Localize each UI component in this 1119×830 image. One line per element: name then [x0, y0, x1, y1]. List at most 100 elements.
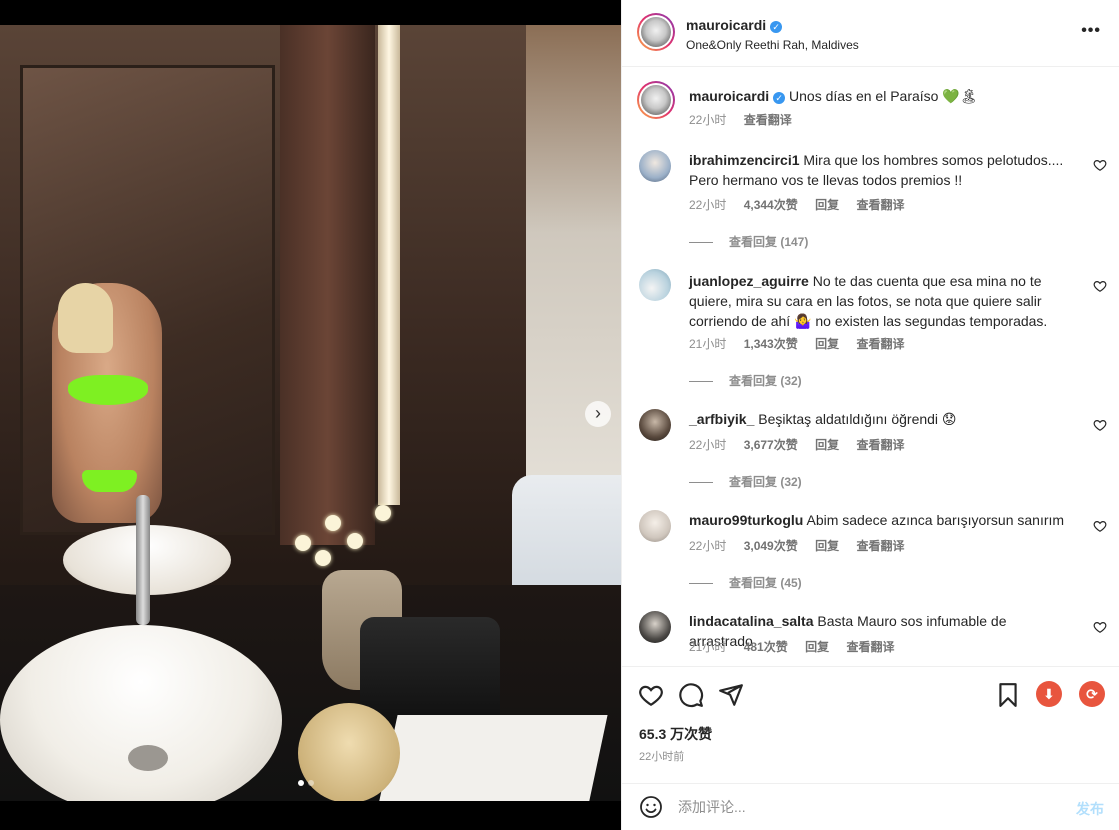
- comment-body: Abim sadece azınca barışıyorsun sanırım: [806, 512, 1065, 528]
- avatar[interactable]: [639, 269, 671, 301]
- comment-translate[interactable]: 查看翻译: [856, 337, 904, 351]
- photo-toiletry-bag: [360, 617, 500, 727]
- comment-reply[interactable]: 回复: [815, 198, 839, 212]
- next-photo-button[interactable]: ›: [585, 401, 611, 427]
- comment-username[interactable]: lindacatalina_salta: [689, 613, 814, 629]
- post-username-text[interactable]: mauroicardi: [686, 17, 766, 33]
- comment-bubble-icon[interactable]: [678, 682, 704, 708]
- heart-icon[interactable]: [1093, 279, 1107, 293]
- share-send-icon[interactable]: [718, 682, 744, 708]
- photo-soap-dish: [298, 703, 400, 801]
- posted-time: 22小时前: [639, 751, 685, 763]
- post-username[interactable]: mauroicardi ✓: [686, 17, 783, 33]
- comment-reply[interactable]: 回复: [815, 337, 839, 351]
- view-replies[interactable]: 查看回复 (147): [689, 233, 808, 250]
- verified-icon: ✓: [773, 92, 786, 104]
- comment-text: juanlopez_aguirre No te das cuenta que e…: [689, 271, 1069, 331]
- photo-bikini-bottom: [82, 470, 137, 492]
- comment-username[interactable]: ibrahimzencirci1: [689, 152, 800, 168]
- caption-username[interactable]: mauroicardi: [689, 88, 769, 104]
- comment-username[interactable]: juanlopez_aguirre: [689, 273, 809, 289]
- comment-text: ibrahimzencirci1 Mira que los hombres so…: [689, 150, 1069, 190]
- instagram-post-modal: › mauroicardi ✓ One&Only Reethi Rah, Mald…: [0, 0, 1119, 830]
- comment-meta: 22小时 3,049次赞 回复 查看翻译: [689, 537, 918, 554]
- post-comment-button[interactable]: 发布: [1076, 799, 1104, 819]
- photo-bikini-top: [68, 375, 148, 405]
- comment-text: mauro99turkoglu Abim sadece azınca barış…: [689, 510, 1069, 530]
- photo-pane: ›: [0, 0, 621, 830]
- comment-likes[interactable]: 4,344次赞: [744, 198, 798, 212]
- heart-icon[interactable]: [1093, 620, 1107, 634]
- caption-meta: 22小时 查看翻译: [689, 111, 806, 128]
- caption-time: 22小时: [689, 113, 727, 127]
- heart-icon[interactable]: [1093, 158, 1107, 172]
- comment-meta: 21小时 1,343次赞 回复 查看翻译: [689, 335, 918, 352]
- comment-translate[interactable]: 查看翻译: [846, 640, 894, 654]
- carousel-dot: [298, 780, 304, 786]
- post-location[interactable]: One&Only Reethi Rah, Maldives: [686, 38, 859, 52]
- more-options-icon[interactable]: •••: [1081, 22, 1101, 40]
- caption-translate[interactable]: 查看翻译: [744, 113, 792, 127]
- photo-hair: [58, 283, 113, 353]
- like-heart-icon[interactable]: [638, 682, 664, 708]
- comment-meta: 21小时 481次赞 回复 查看翻译: [689, 638, 908, 655]
- photo-flowers: [285, 495, 405, 575]
- comment-likes[interactable]: 3,049次赞: [744, 539, 798, 553]
- comment-time: 21小时: [689, 640, 727, 654]
- comment-reply[interactable]: 回复: [815, 438, 839, 452]
- comment-likes[interactable]: 1,343次赞: [744, 337, 798, 351]
- avatar[interactable]: [637, 13, 675, 51]
- caption-text: mauroicardi ✓ Unos días en el Paraíso 💚🏝: [689, 88, 1089, 105]
- heart-icon[interactable]: [1093, 519, 1107, 533]
- carousel-dots: [298, 780, 314, 786]
- comment-time: 21小时: [689, 337, 727, 351]
- verified-icon: ✓: [770, 21, 783, 33]
- comment-reply[interactable]: 回复: [805, 640, 829, 654]
- post-actions: ⬇ ⟳ 65.3 万次赞 22小时前 发布: [622, 666, 1119, 830]
- comment-likes[interactable]: 481次赞: [744, 640, 788, 654]
- caption-avatar[interactable]: [637, 81, 675, 119]
- photo-basin: [0, 625, 282, 801]
- comment-text: _arfbiyik_ Beşiktaş aldatıldığını öğrend…: [689, 409, 1069, 429]
- refresh-icon[interactable]: ⟳: [1079, 681, 1105, 707]
- comment-time: 22小时: [689, 438, 727, 452]
- view-replies[interactable]: 查看回复 (32): [689, 473, 802, 490]
- view-replies[interactable]: 查看回复 (32): [689, 372, 802, 389]
- comment-translate[interactable]: 查看翻译: [856, 198, 904, 212]
- comment-translate[interactable]: 查看翻译: [856, 539, 904, 553]
- comment-translate[interactable]: 查看翻译: [856, 438, 904, 452]
- comment-likes[interactable]: 3,677次赞: [744, 438, 798, 452]
- post-side-panel: mauroicardi ✓ One&Only Reethi Rah, Maldiv…: [621, 0, 1119, 830]
- avatar[interactable]: [639, 150, 671, 182]
- photo-towel: [378, 715, 608, 801]
- download-icon[interactable]: ⬇: [1036, 681, 1062, 707]
- heart-icon[interactable]: [1093, 418, 1107, 432]
- avatar[interactable]: [639, 611, 671, 643]
- bookmark-icon[interactable]: [995, 682, 1021, 708]
- photo-faucet: [136, 495, 150, 625]
- comment-username[interactable]: mauro99turkoglu: [689, 512, 803, 528]
- post-header: mauroicardi ✓ One&Only Reethi Rah, Maldiv…: [622, 0, 1119, 67]
- caption-body: Unos días en el Paraíso 💚🏝: [789, 88, 978, 104]
- carousel-dot: [308, 780, 314, 786]
- like-count[interactable]: 65.3 万次赞: [639, 724, 712, 744]
- comment-meta: 22小时 4,344次赞 回复 查看翻译: [689, 196, 918, 213]
- photo-pillar: [280, 25, 375, 545]
- chevron-right-icon: ›: [595, 403, 601, 423]
- photo-drain: [128, 745, 168, 771]
- comment-reply[interactable]: 回复: [815, 539, 839, 553]
- avatar[interactable]: [639, 510, 671, 542]
- comment-meta: 22小时 3,677次赞 回复 查看翻译: [689, 436, 918, 453]
- comment-username[interactable]: _arfbiyik_: [689, 411, 754, 427]
- comment-composer: 发布: [622, 783, 1119, 830]
- post-photo[interactable]: [0, 25, 621, 801]
- comment-input[interactable]: [678, 794, 1038, 820]
- emoji-icon[interactable]: [639, 795, 663, 819]
- photo-window: [526, 25, 621, 545]
- comments-list[interactable]: mauroicardi ✓ Unos días en el Paraíso 💚🏝 …: [622, 67, 1119, 666]
- avatar[interactable]: [639, 409, 671, 441]
- photo-light: [378, 25, 400, 505]
- comment-time: 22小时: [689, 198, 727, 212]
- comment-time: 22小时: [689, 539, 727, 553]
- view-replies[interactable]: 查看回复 (45): [689, 574, 802, 591]
